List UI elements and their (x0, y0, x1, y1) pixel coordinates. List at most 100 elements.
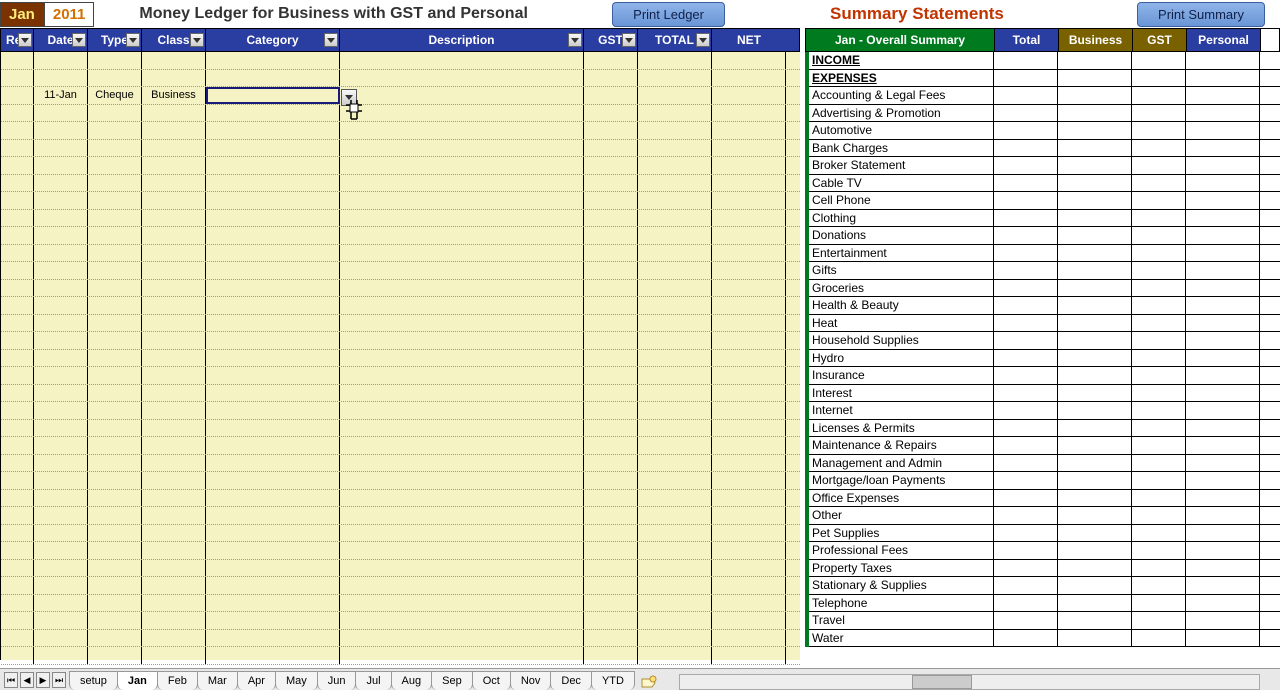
filter-category-icon[interactable] (324, 33, 338, 47)
summary-row[interactable]: Broker Statement (809, 157, 1280, 175)
ledger-row[interactable] (1, 420, 800, 438)
ledger-row[interactable] (1, 280, 800, 298)
summary-row[interactable]: Pet Supplies (809, 525, 1280, 543)
tab-oct[interactable]: Oct (472, 671, 511, 690)
ledger-row[interactable] (1, 315, 800, 333)
tab-dec[interactable]: Dec (550, 671, 592, 690)
filter-date-icon[interactable] (72, 33, 86, 47)
ledger-row[interactable] (1, 525, 800, 543)
ledger-row[interactable] (1, 612, 800, 630)
ledger-grid[interactable]: 11-JanChequeBusiness (0, 52, 800, 660)
summary-row[interactable]: Health & Beauty (809, 297, 1280, 315)
tab-jul[interactable]: Jul (355, 671, 391, 690)
ledger-row[interactable] (1, 227, 800, 245)
ledger-row[interactable] (1, 385, 800, 403)
ledger-row[interactable] (1, 560, 800, 578)
summary-row[interactable]: Hydro (809, 350, 1280, 368)
ledger-row[interactable] (1, 52, 800, 70)
tab-jan[interactable]: Jan (117, 671, 158, 690)
ledger-row[interactable] (1, 210, 800, 228)
filter-description-icon[interactable] (568, 33, 582, 47)
summary-row[interactable]: Office Expenses (809, 490, 1280, 508)
ledger-row[interactable] (1, 245, 800, 263)
summary-row[interactable]: Bank Charges (809, 140, 1280, 158)
summary-row[interactable]: Mortgage/loan Payments (809, 472, 1280, 490)
summary-row[interactable]: Telephone (809, 595, 1280, 613)
tab-aug[interactable]: Aug (391, 671, 433, 690)
ledger-row[interactable] (1, 472, 800, 490)
ledger-row[interactable] (1, 350, 800, 368)
summary-row[interactable]: Stationary & Supplies (809, 577, 1280, 595)
ledger-row[interactable] (1, 577, 800, 595)
filter-total-icon[interactable] (696, 33, 710, 47)
summary-row[interactable]: Interest (809, 385, 1280, 403)
summary-row[interactable]: Insurance (809, 367, 1280, 385)
tab-feb[interactable]: Feb (157, 671, 198, 690)
tab-nav-prev-icon[interactable]: ◀ (20, 672, 34, 688)
summary-row[interactable]: Donations (809, 227, 1280, 245)
summary-row[interactable]: Advertising & Promotion (809, 105, 1280, 123)
filter-gst-icon[interactable] (622, 33, 636, 47)
summary-row[interactable]: EXPENSES (809, 70, 1280, 88)
summary-row[interactable]: Cell Phone (809, 192, 1280, 210)
ledger-row[interactable] (1, 262, 800, 280)
ledger-row[interactable] (1, 297, 800, 315)
ledger-row[interactable] (1, 507, 800, 525)
summary-row[interactable]: Maintenance & Repairs (809, 437, 1280, 455)
print-ledger-button[interactable]: Print Ledger (612, 2, 725, 27)
tab-ytd[interactable]: YTD (591, 671, 635, 690)
tab-sep[interactable]: Sep (431, 671, 473, 690)
summary-row[interactable]: Heat (809, 315, 1280, 333)
ledger-row[interactable] (1, 175, 800, 193)
summary-row[interactable]: Accounting & Legal Fees (809, 87, 1280, 105)
summary-row[interactable]: Automotive (809, 122, 1280, 140)
filter-type-icon[interactable] (126, 33, 140, 47)
summary-row[interactable]: Internet (809, 402, 1280, 420)
filter-class-icon[interactable] (190, 33, 204, 47)
summary-row[interactable]: Cable TV (809, 175, 1280, 193)
summary-row[interactable]: Groceries (809, 280, 1280, 298)
ledger-row[interactable] (1, 105, 800, 123)
tab-nav-next-icon[interactable]: ▶ (36, 672, 50, 688)
ledger-row[interactable] (1, 332, 800, 350)
ledger-row[interactable] (1, 647, 800, 665)
tab-nav-last-icon[interactable]: ⏭ (52, 672, 66, 688)
tab-mar[interactable]: Mar (197, 671, 238, 690)
ledger-row[interactable] (1, 140, 800, 158)
ledger-row[interactable]: 11-JanChequeBusiness (1, 87, 800, 105)
category-dropdown-icon[interactable] (341, 89, 357, 106)
scrollbar-thumb[interactable] (912, 675, 972, 689)
print-summary-button[interactable]: Print Summary (1137, 2, 1265, 27)
summary-row[interactable]: Gifts (809, 262, 1280, 280)
ledger-row[interactable] (1, 437, 800, 455)
tab-apr[interactable]: Apr (237, 671, 276, 690)
ledger-row[interactable] (1, 542, 800, 560)
summary-row[interactable]: INCOME (809, 52, 1280, 70)
ledger-row[interactable] (1, 595, 800, 613)
ledger-row[interactable] (1, 490, 800, 508)
summary-row[interactable]: Travel (809, 612, 1280, 630)
tab-jun[interactable]: Jun (317, 671, 357, 690)
ledger-row[interactable] (1, 455, 800, 473)
summary-grid[interactable]: INCOMEEXPENSESAccounting & Legal FeesAdv… (805, 52, 1280, 647)
summary-row[interactable]: Water (809, 630, 1280, 648)
new-sheet-icon[interactable] (639, 674, 659, 690)
horizontal-scrollbar[interactable] (679, 674, 1260, 690)
summary-row[interactable]: Management and Admin (809, 455, 1280, 473)
ledger-row[interactable] (1, 402, 800, 420)
summary-row[interactable]: Licenses & Permits (809, 420, 1280, 438)
ledger-row[interactable] (1, 630, 800, 648)
ledger-row[interactable] (1, 122, 800, 140)
ledger-row[interactable] (1, 367, 800, 385)
ledger-row[interactable] (1, 70, 800, 88)
filter-rec-icon[interactable] (18, 33, 32, 47)
summary-row[interactable]: Entertainment (809, 245, 1280, 263)
summary-row[interactable]: Household Supplies (809, 332, 1280, 350)
summary-row[interactable]: Other (809, 507, 1280, 525)
summary-row[interactable]: Property Taxes (809, 560, 1280, 578)
tab-may[interactable]: May (275, 671, 318, 690)
ledger-row[interactable] (1, 192, 800, 210)
tab-setup[interactable]: setup (69, 671, 118, 690)
ledger-row[interactable] (1, 157, 800, 175)
summary-row[interactable]: Professional Fees (809, 542, 1280, 560)
